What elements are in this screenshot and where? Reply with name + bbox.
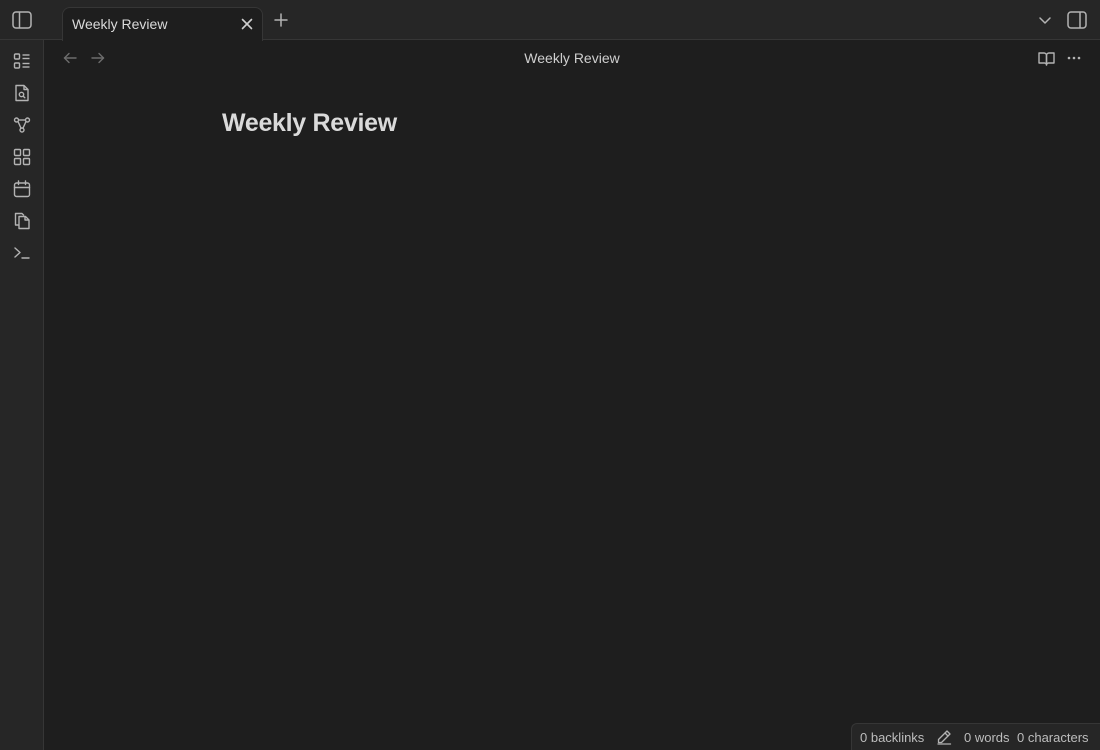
plus-icon[interactable] — [271, 10, 291, 30]
search-file-icon[interactable] — [10, 81, 34, 105]
sidebar-left-toggle-icon[interactable] — [11, 10, 33, 30]
close-icon[interactable] — [237, 14, 257, 34]
pencil-icon[interactable] — [935, 728, 953, 746]
view-title[interactable]: Weekly Review — [44, 50, 1100, 66]
title-bar: Weekly Review — [0, 0, 1100, 41]
canvas-icon[interactable] — [10, 145, 34, 169]
tab-label: Weekly Review — [72, 16, 168, 32]
tab-weekly-review[interactable]: Weekly Review — [62, 7, 263, 41]
book-open-icon[interactable] — [1036, 48, 1056, 68]
note-title[interactable]: Weekly Review — [222, 109, 397, 138]
view-header: Weekly Review — [44, 40, 1100, 76]
terminal-icon[interactable] — [10, 241, 34, 265]
more-horizontal-icon[interactable] — [1064, 48, 1084, 68]
left-ribbon — [0, 40, 44, 750]
sidebar-right-toggle-icon[interactable] — [1066, 10, 1088, 30]
status-bar: 0 backlinks 0 words 0 characters — [851, 723, 1100, 750]
chevron-down-icon[interactable] — [1035, 10, 1055, 30]
backlinks-count[interactable]: 0 backlinks — [860, 730, 924, 745]
copy-icon[interactable] — [10, 209, 34, 233]
graph-icon[interactable] — [10, 113, 34, 137]
character-count: 0 characters — [1017, 730, 1089, 745]
file-tree-icon[interactable] — [10, 49, 34, 73]
calendar-icon[interactable] — [10, 177, 34, 201]
word-count: 0 words — [964, 730, 1010, 745]
